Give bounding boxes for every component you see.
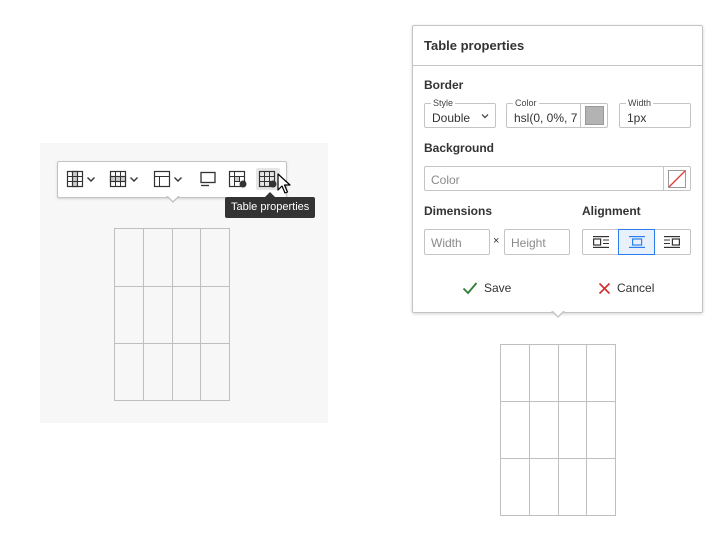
color-picker-button[interactable] [580,104,607,127]
border-label: Border [424,78,464,92]
table-toolbar [57,161,287,198]
merge-cells-icon [153,170,171,188]
toggle-caption-button[interactable] [199,168,217,190]
width-placeholder: Width [431,236,462,250]
table-height-input[interactable]: Height [504,229,570,255]
background-color-placeholder: Color [431,173,460,187]
table-column-icon [66,170,84,188]
border-color-value: hsl(0, 0%, 7 [514,111,578,125]
no-color-icon [668,169,686,188]
align-left-icon [592,236,609,248]
chevron-down-icon [87,177,95,182]
mouse-cursor-icon [277,173,291,194]
merge-cells-button[interactable] [153,168,183,190]
save-label: Save [484,281,512,295]
align-center-icon [628,236,645,248]
height-placeholder: Height [511,236,546,250]
border-width-label: Width [626,98,654,108]
table-properties-icon [258,170,277,188]
table[interactable] [500,344,616,516]
chevron-down-icon [174,177,182,182]
border-width-value: 1px [627,111,647,125]
cancel-label: Cancel [617,281,655,295]
border-color-label: Color [513,98,539,108]
align-right-icon [664,236,681,248]
table-properties-panel: Table properties Border Style Double Col… [412,25,703,313]
align-left-button[interactable] [583,230,619,254]
panel-title: Table properties [424,38,525,53]
caption-icon [200,171,216,187]
cell-properties-icon [228,170,247,188]
panel-arrow [551,310,565,318]
alignment-label: Alignment [582,204,641,218]
save-button[interactable]: Save [462,281,511,295]
toolbar-arrow [166,195,180,203]
table-row-icon [109,170,127,188]
cell-properties-button[interactable] [228,168,248,190]
close-icon [598,282,611,294]
tooltip: Table properties [225,192,316,218]
border-style-value: Double [432,111,471,125]
chevron-down-icon [481,114,489,119]
table-column-button[interactable] [66,168,96,190]
panel-header: Table properties [413,26,702,66]
alignment-toolbar [582,229,691,255]
background-color-field[interactable]: Color [424,166,691,191]
border-style-dropdown[interactable]: Style Double [424,98,496,128]
selected-table[interactable] [114,228,230,401]
align-right-button[interactable] [654,230,690,254]
border-color-field[interactable]: Color hsl(0, 0%, 7 [506,98,608,128]
chevron-down-icon [130,177,138,182]
color-swatch [584,106,604,125]
check-icon [462,282,478,295]
dimension-separator: × [493,235,500,247]
background-label: Background [424,141,495,155]
border-style-label: Style [431,98,456,108]
color-picker-button[interactable] [663,167,690,190]
border-width-field[interactable]: Width 1px [619,98,691,128]
dimensions-label: Dimensions [424,204,493,218]
cancel-button[interactable]: Cancel [598,281,654,295]
align-center-button[interactable] [617,229,656,255]
table-row-button[interactable] [109,168,139,190]
table-width-input[interactable]: Width [424,229,490,255]
